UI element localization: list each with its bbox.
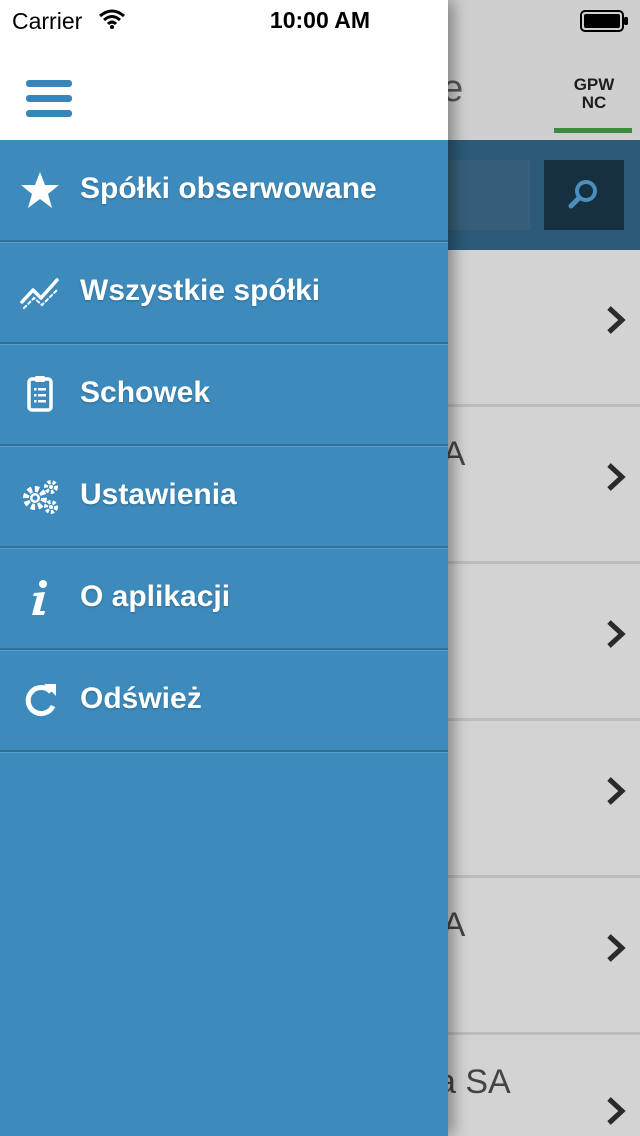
active-tab-indicator: [554, 128, 632, 133]
menu-item-watched[interactable]: Spółki obserwowane: [0, 140, 448, 242]
star-icon: [21, 172, 59, 208]
menu-item-label: Spółki obserwowane: [80, 172, 377, 205]
drawer-menu: Spółki obserwowane Wszystkie spółki Scho…: [0, 140, 448, 752]
hamburger-line: [26, 110, 72, 117]
refresh-icon: [25, 684, 56, 717]
info-icon: [32, 580, 47, 615]
menu-item-label: Wszystkie spółki: [80, 274, 321, 307]
tab-nc-label: NC: [581, 93, 607, 112]
menu-item-label: Schowek: [80, 376, 211, 409]
menu-item-clipboard[interactable]: Schowek: [0, 344, 448, 446]
chevron-right-icon: [607, 1097, 626, 1125]
chart-line-icon: [20, 278, 59, 309]
menu-item-label: Odśwież: [80, 682, 202, 715]
hamburger-line: [26, 80, 72, 87]
menu-item-refresh[interactable]: Odśwież: [0, 650, 448, 752]
clock: 10:00 AM: [269, 7, 371, 33]
chevron-right-icon: [607, 620, 626, 648]
tab-gpw-nc[interactable]: GPW NC: [556, 76, 632, 134]
tab-gpw-label: GPW: [573, 75, 615, 94]
menu-item-about[interactable]: O aplikacji: [0, 548, 448, 650]
app-screen: ne GPW NC SA: [0, 0, 640, 1136]
chevron-right-icon: [607, 777, 626, 805]
menu-item-settings[interactable]: Ustawienia: [0, 446, 448, 548]
menu-item-label: O aplikacji: [80, 580, 231, 613]
hamburger-menu-button[interactable]: [26, 80, 74, 118]
search-button[interactable]: [544, 160, 624, 230]
menu-item-all-companies[interactable]: Wszystkie spółki: [0, 242, 448, 344]
chevron-right-icon: [607, 934, 626, 962]
gears-icon: [23, 480, 58, 514]
side-drawer: Spółki obserwowane Wszystkie spółki Scho…: [0, 0, 448, 1136]
search-icon: [568, 180, 597, 209]
chevron-right-icon: [607, 306, 626, 334]
clipboard-icon: [27, 376, 53, 412]
status-bar: Carrier 10:00 AM: [0, 0, 640, 40]
hamburger-line: [26, 95, 72, 102]
chevron-right-icon: [607, 463, 626, 491]
menu-item-label: Ustawienia: [80, 478, 237, 511]
battery-icon: [580, 10, 628, 32]
